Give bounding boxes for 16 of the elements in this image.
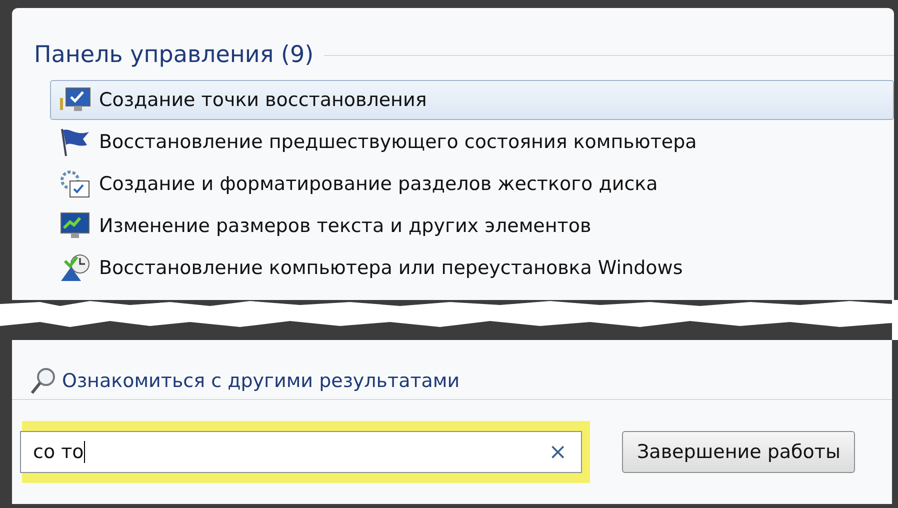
monitor-chart-icon [59,211,91,241]
result-item[interactable]: Создание точки восстановления [50,80,894,120]
search-icon [30,366,56,394]
gear-check-icon [59,169,91,199]
result-item[interactable]: Восстановление предшествующего состояния компьютера [50,122,894,162]
monitor-check-icon [59,86,91,114]
more-results-link[interactable]: Ознакомиться с другими результатами [62,370,460,392]
result-item[interactable]: Создание и форматирование разделов жесткого диска [50,164,894,204]
result-item[interactable]: Восстановление компьютера или переустановка Windows [50,248,894,288]
clock-arrow-icon [59,253,91,283]
flag-icon [59,127,91,157]
group-heading: Панель управления (9) [34,42,314,68]
result-item[interactable]: Изменение размеров текста и других элементов [50,206,894,246]
shutdown-button[interactable]: Завершение работы [622,431,856,473]
clear-button[interactable]: × [548,440,567,464]
search-field[interactable]: со то × [20,431,582,473]
